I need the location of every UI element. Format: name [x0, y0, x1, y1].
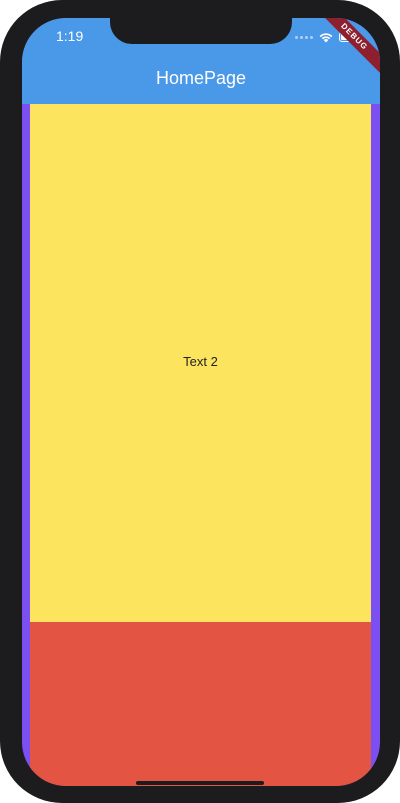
home-indicator[interactable] — [136, 781, 264, 785]
bottom-content-area — [30, 622, 371, 786]
signal-dots-icon — [295, 35, 313, 39]
screen: 1:19 HomePage DEBUG Text 2 — [22, 18, 380, 786]
center-text: Text 2 — [183, 354, 218, 369]
phone-frame: 1:19 HomePage DEBUG Text 2 — [0, 0, 400, 803]
volume-down-button — [0, 219, 5, 277]
app-bar: 1:19 HomePage DEBUG — [22, 18, 380, 104]
power-button — [395, 157, 400, 247]
mute-switch — [0, 102, 5, 132]
notch — [110, 18, 292, 44]
wifi-icon — [319, 32, 333, 42]
volume-up-button — [0, 157, 5, 215]
status-time: 1:19 — [56, 28, 84, 44]
top-content-area: Text 2 — [30, 104, 371, 622]
page-title: HomePage — [155, 68, 247, 88]
